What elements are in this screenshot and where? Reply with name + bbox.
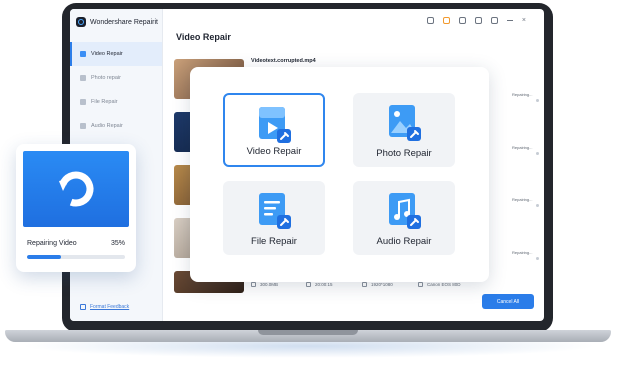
duration-value: 20:00:15	[315, 282, 333, 287]
sidebar-item-video-repair[interactable]: Video Repair	[70, 42, 162, 66]
file-size-icon	[251, 282, 256, 287]
format-feedback-link[interactable]: Format Feedback	[80, 304, 129, 310]
progress-card: Repairing Video 35%	[16, 144, 136, 272]
repair-type-popup: Video Repair Photo Repair File Repair Au…	[190, 67, 489, 282]
photo-repair-card[interactable]: Photo Repair	[353, 93, 455, 167]
resolution-value: 1920*1080	[371, 282, 393, 287]
file-icon	[80, 99, 86, 105]
app-title: Wondershare Repairit	[90, 18, 158, 26]
card-label: Video Repair	[246, 146, 302, 157]
camera-icon	[418, 282, 423, 287]
camera: Canon EOS 80D	[418, 282, 461, 287]
progress-hero	[23, 151, 129, 227]
progress-label: Repairing Video	[27, 240, 77, 247]
repair-status: Repairing...	[512, 250, 533, 255]
minimize-button[interactable]	[506, 20, 513, 21]
sidebar-item-label: Audio Repair	[91, 123, 123, 129]
sidebar-item-file-repair[interactable]: File Repair	[70, 90, 162, 114]
repairit-logo-icon	[76, 17, 86, 27]
duration: 20:00:15	[306, 282, 333, 287]
repair-refresh-icon	[58, 171, 94, 207]
user-icon[interactable]	[426, 17, 434, 24]
sidebar-item-label: Video Repair	[91, 51, 123, 57]
video-icon	[80, 51, 86, 57]
cancel-all-button[interactable]: Cancel All	[482, 294, 534, 309]
mail-icon[interactable]	[474, 17, 482, 24]
audio-icon	[80, 123, 86, 129]
file-size-value: 300.0MB	[260, 282, 279, 287]
status-dot	[536, 204, 539, 207]
progress-percent: 35%	[110, 240, 125, 247]
video-repair-card[interactable]: Video Repair	[223, 93, 325, 167]
status-dot	[536, 152, 539, 155]
repair-status: Repairing...	[512, 197, 533, 202]
progress-track	[27, 255, 125, 259]
laptop-notch	[258, 330, 358, 335]
audio-repair-card[interactable]: Audio Repair	[353, 181, 455, 255]
audio-file-icon	[389, 193, 421, 229]
file-repair-card[interactable]: File Repair	[223, 181, 325, 255]
sidebar-item-audio-repair[interactable]: Audio Repair	[70, 114, 162, 138]
repair-status: Repairing...	[512, 92, 533, 97]
photo-icon	[80, 75, 86, 81]
brand: Wondershare Repairit	[76, 17, 158, 27]
sidebar-item-label: File Repair	[91, 99, 118, 105]
status-dot	[536, 99, 539, 102]
feedback-label: Format Feedback	[90, 304, 130, 310]
card-label: File Repair	[251, 236, 297, 247]
menu-icon[interactable]	[490, 17, 498, 24]
file-size: 300.0MB	[251, 282, 278, 287]
clock-icon	[306, 282, 311, 287]
photo-file-icon	[389, 105, 421, 141]
sidebar-item-photo-repair[interactable]: Photo repair	[70, 66, 162, 90]
sidebar-item-label: Photo repair	[91, 75, 121, 81]
cart-icon[interactable]	[442, 17, 450, 24]
resolution-icon	[362, 282, 367, 287]
file-name: Videotext.corrupted.mp4	[251, 58, 316, 64]
repair-status: Repairing...	[512, 145, 533, 150]
status-dot	[536, 257, 539, 260]
headset-icon[interactable]	[458, 17, 466, 24]
card-label: Audio Repair	[376, 236, 432, 247]
video-file-icon	[259, 107, 291, 143]
sidebar-nav: Video Repair Photo repair File Repair Au…	[70, 42, 162, 138]
card-label: Photo Repair	[376, 148, 432, 159]
camera-value: Canon EOS 80D	[427, 282, 461, 287]
page-title: Video Repair	[176, 32, 231, 42]
feedback-icon	[80, 304, 86, 310]
document-file-icon	[259, 193, 291, 229]
close-button[interactable]: ×	[522, 17, 526, 24]
resolution: 1920*1080	[362, 282, 393, 287]
title-bar-controls: ×	[426, 17, 526, 24]
progress-fill	[27, 255, 62, 259]
